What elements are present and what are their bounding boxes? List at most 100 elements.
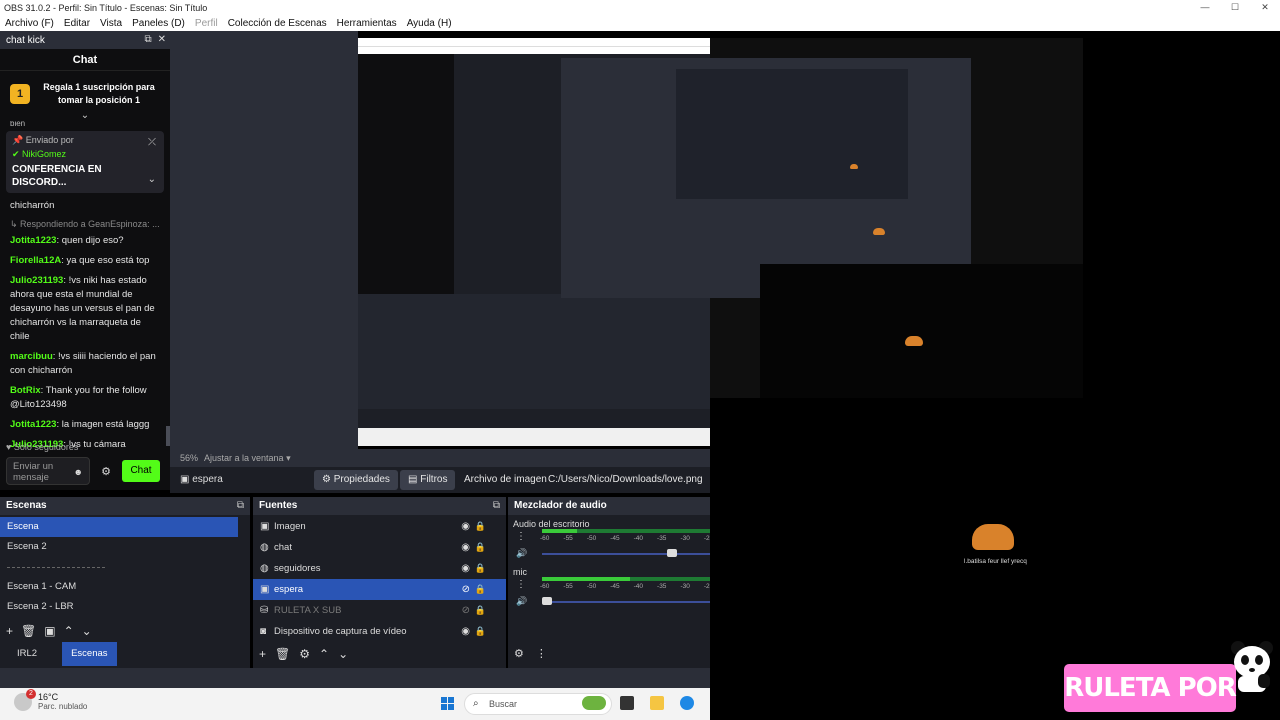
undock-icon[interactable]: ⧉: [144, 34, 151, 45]
speaker-icon[interactable]: 🔊: [516, 548, 527, 559]
unpin-icon[interactable]: ⤫: [148, 137, 156, 148]
zoom-level[interactable]: 56%: [180, 453, 198, 463]
fader-track: [542, 601, 718, 603]
meter-tick-label: -55: [563, 535, 573, 542]
kebab-menu-icon[interactable]: ⋮: [536, 647, 547, 660]
chat-dock-header: chat kick ⧉ ✕: [0, 31, 170, 49]
folder-icon[interactable]: [650, 696, 664, 710]
menu-tools[interactable]: Herramientas: [332, 18, 402, 29]
chat-input[interactable]: Enviar un mensaje ☻: [6, 457, 90, 485]
source-item[interactable]: ◍ chat ◉ 🔒: [253, 537, 506, 558]
undock-icon[interactable]: ⧉: [493, 497, 500, 515]
menu-view[interactable]: Vista: [95, 18, 127, 29]
trash-icon[interactable]: 🗑: [275, 647, 290, 661]
chat-username[interactable]: Jotita1223: [10, 419, 56, 430]
source-item[interactable]: ⛁ RULETA X SUB ⊘ 🔒: [253, 600, 506, 621]
menu-help[interactable]: Ayuda (H): [402, 18, 457, 29]
pinned-message[interactable]: 📌 Enviado por ✔ NikiGomez CONFERENCIA EN…: [6, 131, 164, 193]
trash-icon[interactable]: 🗑: [21, 624, 36, 638]
widget-icon[interactable]: [582, 696, 606, 710]
weather-widget[interactable]: 2 16°C Parc. nublado: [14, 688, 87, 711]
notification-badge: 2: [26, 688, 36, 699]
eye-hidden-icon[interactable]: ⊘: [462, 605, 470, 616]
chat-send-button[interactable]: Chat: [122, 460, 160, 482]
chat-message-text: : ya que eso está top: [61, 255, 150, 266]
menu-edit[interactable]: Editar: [59, 18, 95, 29]
gear-icon: ⚙: [322, 474, 334, 485]
menu-scene-collection[interactable]: Colección de Escenas: [223, 18, 332, 29]
fader-knob[interactable]: [666, 549, 677, 557]
preview-canvas[interactable]: [358, 38, 1083, 446]
chat-username[interactable]: Jotita1223: [10, 235, 56, 246]
windows-start-icon[interactable]: [441, 697, 455, 711]
scene-item[interactable]: Escena 2: [0, 537, 250, 557]
edge-browser-icon[interactable]: [680, 696, 694, 710]
lock-icon[interactable]: 🔒: [475, 584, 486, 595]
scene-item[interactable]: Escena 1 - CAM: [0, 577, 250, 597]
source-item[interactable]: ◙ Dispositivo de captura de vídeo ◉ 🔒: [253, 621, 506, 642]
source-item[interactable]: ▣ espera ⊘ 🔒: [253, 579, 506, 600]
image-path[interactable]: C:/Users/Nico/Downloads/love.png: [548, 474, 703, 485]
chat-username[interactable]: marcibuu: [10, 351, 53, 362]
lock-icon[interactable]: 🔒: [475, 563, 486, 574]
pinned-text: CONFERENCIA EN DISCORD...: [12, 164, 102, 188]
mixer-settings-icon[interactable]: ⚙: [514, 647, 524, 660]
volume-fader[interactable]: 🔊: [516, 547, 718, 561]
promo-collapse-icon[interactable]: ⌄: [0, 111, 170, 121]
emoji-icon[interactable]: ☻: [74, 467, 83, 478]
chat-username[interactable]: Julio231193: [10, 275, 63, 286]
fit-to-window-select[interactable]: Ajustar a la ventana ▾: [204, 453, 291, 464]
eye-icon[interactable]: ◉: [461, 542, 470, 553]
chat-username[interactable]: BotRix: [10, 385, 41, 396]
move-down-icon[interactable]: ⌄: [338, 647, 348, 661]
eye-icon[interactable]: ◉: [461, 521, 470, 532]
add-source-icon[interactable]: +: [259, 647, 266, 661]
lock-icon[interactable]: 🔒: [475, 521, 486, 532]
expand-chevron-icon[interactable]: ⌄: [148, 174, 156, 185]
chat-username[interactable]: Fiorella12A: [10, 255, 61, 266]
lock-icon[interactable]: 🔒: [475, 626, 486, 637]
meter-bar: [542, 529, 718, 533]
eye-hidden-icon[interactable]: ⊘: [462, 584, 470, 595]
source-item[interactable]: ◍ seguidores ◉ 🔒: [253, 558, 506, 579]
volume-fader[interactable]: 🔊: [516, 595, 718, 609]
move-up-icon[interactable]: ⌃: [64, 624, 74, 638]
add-scene-icon[interactable]: +: [6, 624, 13, 638]
meter-tick-label: -45: [610, 583, 620, 590]
chat-header: Chat: [0, 49, 170, 71]
tab-escenas[interactable]: Escenas: [62, 642, 117, 666]
meter-level: [542, 529, 578, 533]
kebab-menu-icon[interactable]: ⋮: [516, 579, 526, 590]
kebab-menu-icon[interactable]: ⋮: [516, 531, 526, 542]
eye-icon[interactable]: ◉: [461, 626, 470, 637]
move-up-icon[interactable]: ⌃: [319, 647, 329, 661]
task-view-icon[interactable]: [620, 696, 634, 710]
filters-icon[interactable]: ▣: [44, 624, 55, 638]
mixer-track-name: Audio del escritorio: [513, 519, 590, 529]
lock-icon[interactable]: 🔒: [475, 542, 486, 553]
menu-docks[interactable]: Paneles (D): [127, 18, 190, 29]
fader-knob[interactable]: [542, 597, 552, 605]
scene-item[interactable]: Escena: [0, 517, 238, 537]
close-icon[interactable]: ✕: [1250, 0, 1280, 15]
scene-item[interactable]: Escena 2 - LBR: [0, 597, 250, 617]
chat-settings-icon[interactable]: ⚙: [96, 465, 116, 478]
lock-icon[interactable]: 🔒: [475, 605, 486, 616]
undock-icon[interactable]: ⧉: [237, 497, 244, 515]
minimize-icon[interactable]: —: [1190, 0, 1220, 15]
mixer-track-name: mic: [513, 567, 527, 577]
move-down-icon[interactable]: ⌄: [82, 624, 92, 638]
speaker-icon[interactable]: 🔊: [516, 596, 527, 607]
filters-button[interactable]: ▤ Filtros: [400, 470, 456, 490]
eye-icon[interactable]: ◉: [461, 563, 470, 574]
menu-profile[interactable]: Perfil: [190, 18, 223, 29]
gift-sub-promo[interactable]: 1 Regala 1 suscripción para tomar la pos…: [10, 77, 160, 111]
dock-close-icon[interactable]: ✕: [158, 34, 166, 45]
menu-bar: Archivo (F) Editar Vista Paneles (D) Per…: [0, 15, 1280, 31]
maximize-icon[interactable]: ☐: [1220, 0, 1250, 15]
tab-irl2[interactable]: IRL2: [0, 642, 54, 666]
gear-icon[interactable]: ⚙: [299, 647, 310, 661]
source-item[interactable]: ▣ Imagen ◉ 🔒: [253, 516, 506, 537]
menu-file[interactable]: Archivo (F): [0, 18, 59, 29]
properties-button[interactable]: ⚙ Propiedades: [314, 470, 398, 490]
